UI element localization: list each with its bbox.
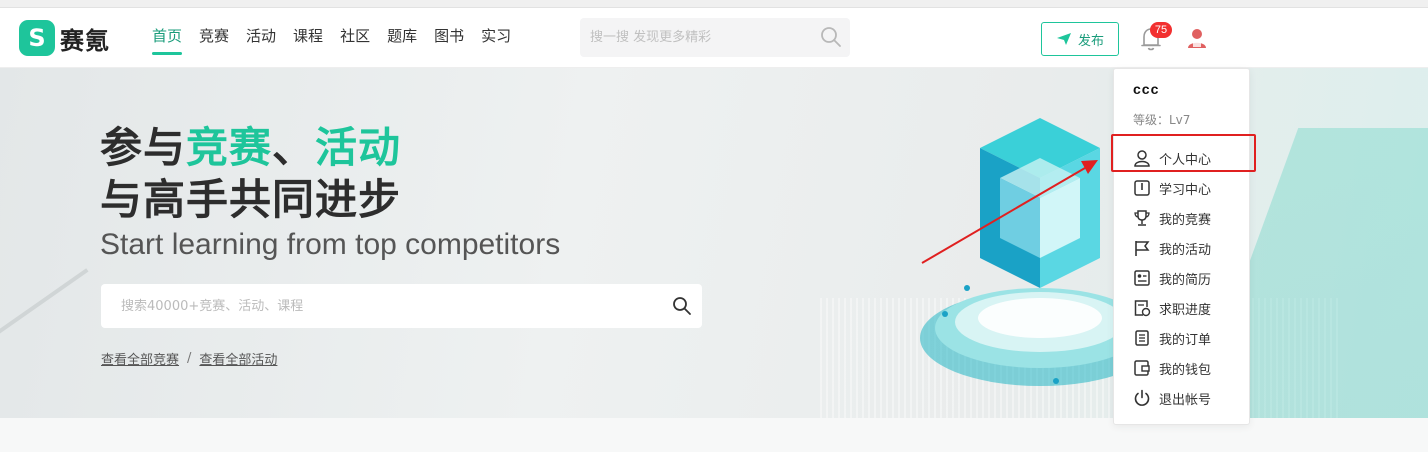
link-separator: /: [187, 351, 192, 366]
menu-item-my-orders[interactable]: 我的订单: [1133, 327, 1211, 349]
search-icon[interactable]: [672, 296, 692, 316]
power-icon: [1134, 389, 1150, 406]
order-icon: [1135, 330, 1149, 346]
trophy-icon: [1134, 210, 1150, 226]
brand-name: 赛氪: [60, 26, 110, 55]
publish-button[interactable]: 发布: [1041, 22, 1119, 56]
brand-logo[interactable]: S 赛氪: [19, 20, 110, 56]
nav-item-community[interactable]: 社区: [340, 26, 370, 58]
menu-item-logout[interactable]: 退出帐号: [1133, 387, 1211, 409]
menu-item-my-wallet[interactable]: 我的钱包: [1133, 357, 1211, 379]
menu-item-learning-center[interactable]: 学习中心: [1133, 177, 1211, 199]
hero-search-input[interactable]: [121, 296, 641, 316]
logo-mark-icon: S: [19, 20, 55, 56]
paper-plane-icon: [1056, 33, 1071, 45]
resume-icon: [1134, 270, 1150, 286]
hero-search: [101, 284, 702, 328]
nav-item-internships[interactable]: 实习: [481, 26, 511, 58]
nav-item-competitions[interactable]: 竞赛: [199, 26, 229, 58]
wallet-icon: [1134, 360, 1150, 376]
progress-doc-icon: [1134, 300, 1151, 317]
browser-top-strip: [0, 0, 1428, 8]
view-all-competitions-link[interactable]: 查看全部竞赛: [101, 349, 179, 368]
nav-item-question-bank[interactable]: 题库: [387, 26, 417, 58]
user-level: 等级：Lv7: [1133, 113, 1191, 127]
book-icon: [1134, 180, 1150, 196]
flag-icon: [1135, 241, 1150, 256]
user-avatar-icon[interactable]: [1185, 26, 1209, 50]
menu-item-my-resume[interactable]: 我的简历: [1133, 267, 1211, 289]
menu-item-my-competitions[interactable]: 我的竞赛: [1133, 207, 1211, 229]
view-all-activities-link[interactable]: 查看全部活动: [199, 349, 277, 368]
main-nav: 首页 竞赛 活动 课程 社区 题库 图书 实习: [152, 26, 528, 58]
highlight-box: [1111, 134, 1256, 172]
notification-count-badge: 75: [1150, 22, 1172, 38]
header-search-input[interactable]: [590, 27, 810, 47]
site-header: S 赛氪 首页 竞赛 活动 课程 社区 题库 图书 实习 发布 75: [0, 8, 1428, 68]
user-dropdown-menu: ccc 等级：Lv7 个人中心 学习中心 我的竞赛 我的活动 我的简历 求职进度…: [1113, 68, 1250, 425]
menu-item-my-activities[interactable]: 我的活动: [1133, 237, 1211, 259]
username: ccc: [1133, 81, 1160, 97]
menu-item-job-progress[interactable]: 求职进度: [1133, 297, 1211, 319]
nav-item-courses[interactable]: 课程: [293, 26, 323, 58]
header-search: [580, 18, 850, 57]
nav-item-home[interactable]: 首页: [152, 26, 183, 58]
publish-label: 发布: [1077, 33, 1104, 49]
hero-links: 查看全部竞赛 / 查看全部活动: [101, 349, 277, 368]
search-icon[interactable]: [820, 26, 842, 48]
nav-item-books[interactable]: 图书: [434, 26, 464, 58]
hero-title: 参与竞赛、活动 与高手共同进步: [100, 123, 402, 224]
nav-item-activities[interactable]: 活动: [246, 26, 276, 58]
hero-subtitle: Start learning from top competitors: [100, 228, 561, 261]
